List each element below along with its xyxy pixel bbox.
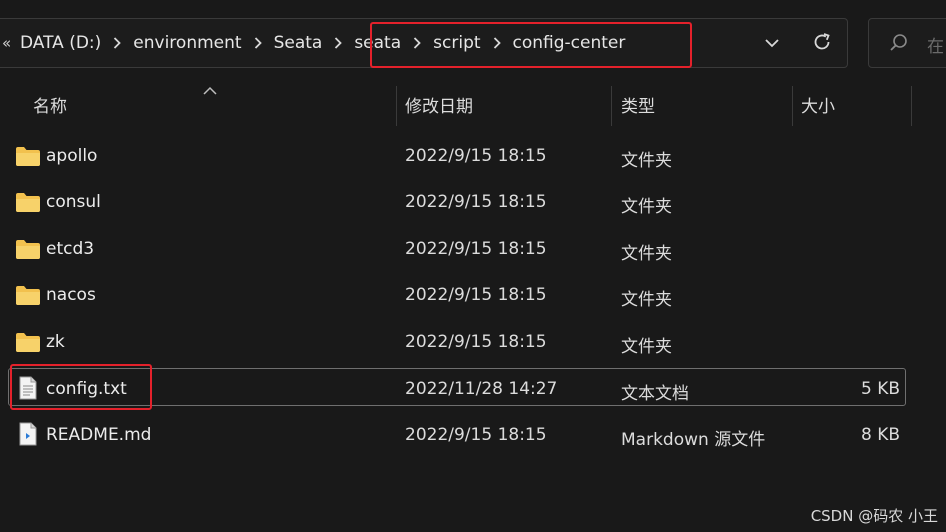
folder-icon	[16, 147, 40, 166]
column-header-size[interactable]: 大小	[801, 92, 835, 117]
file-name[interactable]: zk	[46, 332, 65, 352]
file-name[interactable]: config.txt	[46, 379, 127, 399]
breadcrumb: DATA (D:) environment Seata seata script…	[20, 33, 625, 53]
file-date: 2022/9/15 18:15	[405, 146, 547, 166]
list-item[interactable]: README.md 2022/9/15 18:15 Markdown 源文件 8…	[0, 413, 946, 459]
list-item[interactable]: nacos 2022/9/15 18:15 文件夹	[0, 273, 946, 319]
chevron-right-icon[interactable]	[493, 37, 501, 49]
breadcrumb-item-data-drive[interactable]: DATA (D:)	[20, 33, 101, 53]
file-date: 2022/9/15 18:15	[405, 192, 547, 212]
search-input[interactable]: 在	[868, 18, 946, 68]
chevron-right-icon[interactable]	[413, 37, 421, 49]
column-divider[interactable]	[792, 86, 793, 126]
sort-ascending-icon	[203, 86, 217, 95]
search-icon	[890, 34, 907, 51]
file-type: 文件夹	[621, 197, 672, 217]
chevron-right-icon[interactable]	[113, 37, 122, 49]
breadcrumb-item-script[interactable]: script	[433, 33, 480, 53]
file-size: 8 KB	[860, 425, 900, 445]
breadcrumb-item-seata[interactable]: seata	[354, 33, 401, 53]
list-item-selected[interactable]: config.txt 2022/11/28 14:27 文本文档 5 KB	[0, 367, 946, 413]
column-header-type[interactable]: 类型	[621, 92, 655, 117]
folder-icon	[16, 333, 40, 352]
list-item[interactable]: etcd3 2022/9/15 18:15 文件夹	[0, 227, 946, 273]
column-divider[interactable]	[396, 86, 397, 126]
file-name[interactable]: etcd3	[46, 239, 94, 259]
file-size: 5 KB	[860, 379, 900, 399]
file-type: 文件夹	[621, 244, 672, 264]
breadcrumb-item-environment[interactable]: environment	[133, 33, 241, 53]
search-placeholder: 在	[927, 37, 944, 57]
file-date: 2022/9/15 18:15	[405, 425, 547, 445]
breadcrumb-item-seata-upper[interactable]: Seata	[274, 33, 323, 53]
refresh-icon	[814, 33, 830, 50]
file-date: 2022/9/15 18:15	[405, 285, 547, 305]
file-name[interactable]: nacos	[46, 285, 96, 305]
column-header-name[interactable]: 名称	[33, 92, 67, 117]
address-history-dropdown-button[interactable]	[760, 31, 784, 55]
file-type: 文件夹	[621, 290, 672, 310]
file-date: 2022/9/15 18:15	[405, 239, 547, 259]
address-bar[interactable]: « DATA (D:) environment Seata seata scri…	[0, 18, 848, 68]
list-item[interactable]: consul 2022/9/15 18:15 文件夹	[0, 180, 946, 226]
column-divider[interactable]	[911, 86, 912, 126]
folder-icon	[16, 193, 40, 212]
watermark: CSDN @码农 小王	[810, 507, 938, 525]
chevron-right-icon[interactable]	[254, 37, 262, 49]
chevron-down-icon	[765, 39, 779, 48]
file-type: 文件夹	[621, 151, 672, 171]
chevron-right-icon[interactable]	[334, 37, 343, 49]
markdown-file-icon	[19, 422, 37, 446]
refresh-button[interactable]	[810, 30, 834, 54]
file-type: 文本文档	[621, 384, 689, 404]
file-date: 2022/11/28 14:27	[405, 379, 558, 399]
text-file-icon	[19, 376, 37, 400]
file-name[interactable]: apollo	[46, 146, 97, 166]
folder-icon	[16, 240, 40, 259]
file-date: 2022/9/15 18:15	[405, 332, 547, 352]
column-header-modified[interactable]: 修改日期	[405, 92, 473, 117]
folder-icon	[16, 286, 40, 305]
file-name[interactable]: README.md	[46, 425, 151, 445]
list-item[interactable]: apollo 2022/9/15 18:15 文件夹	[0, 134, 946, 180]
file-name[interactable]: consul	[46, 192, 101, 212]
breadcrumb-item-config-center[interactable]: config-center	[513, 33, 626, 53]
column-divider[interactable]	[611, 86, 612, 126]
list-item[interactable]: zk 2022/9/15 18:15 文件夹	[0, 320, 946, 366]
history-overflow-icon[interactable]: «	[2, 34, 20, 52]
file-type: 文件夹	[621, 337, 672, 357]
file-type: Markdown 源文件	[621, 430, 766, 450]
